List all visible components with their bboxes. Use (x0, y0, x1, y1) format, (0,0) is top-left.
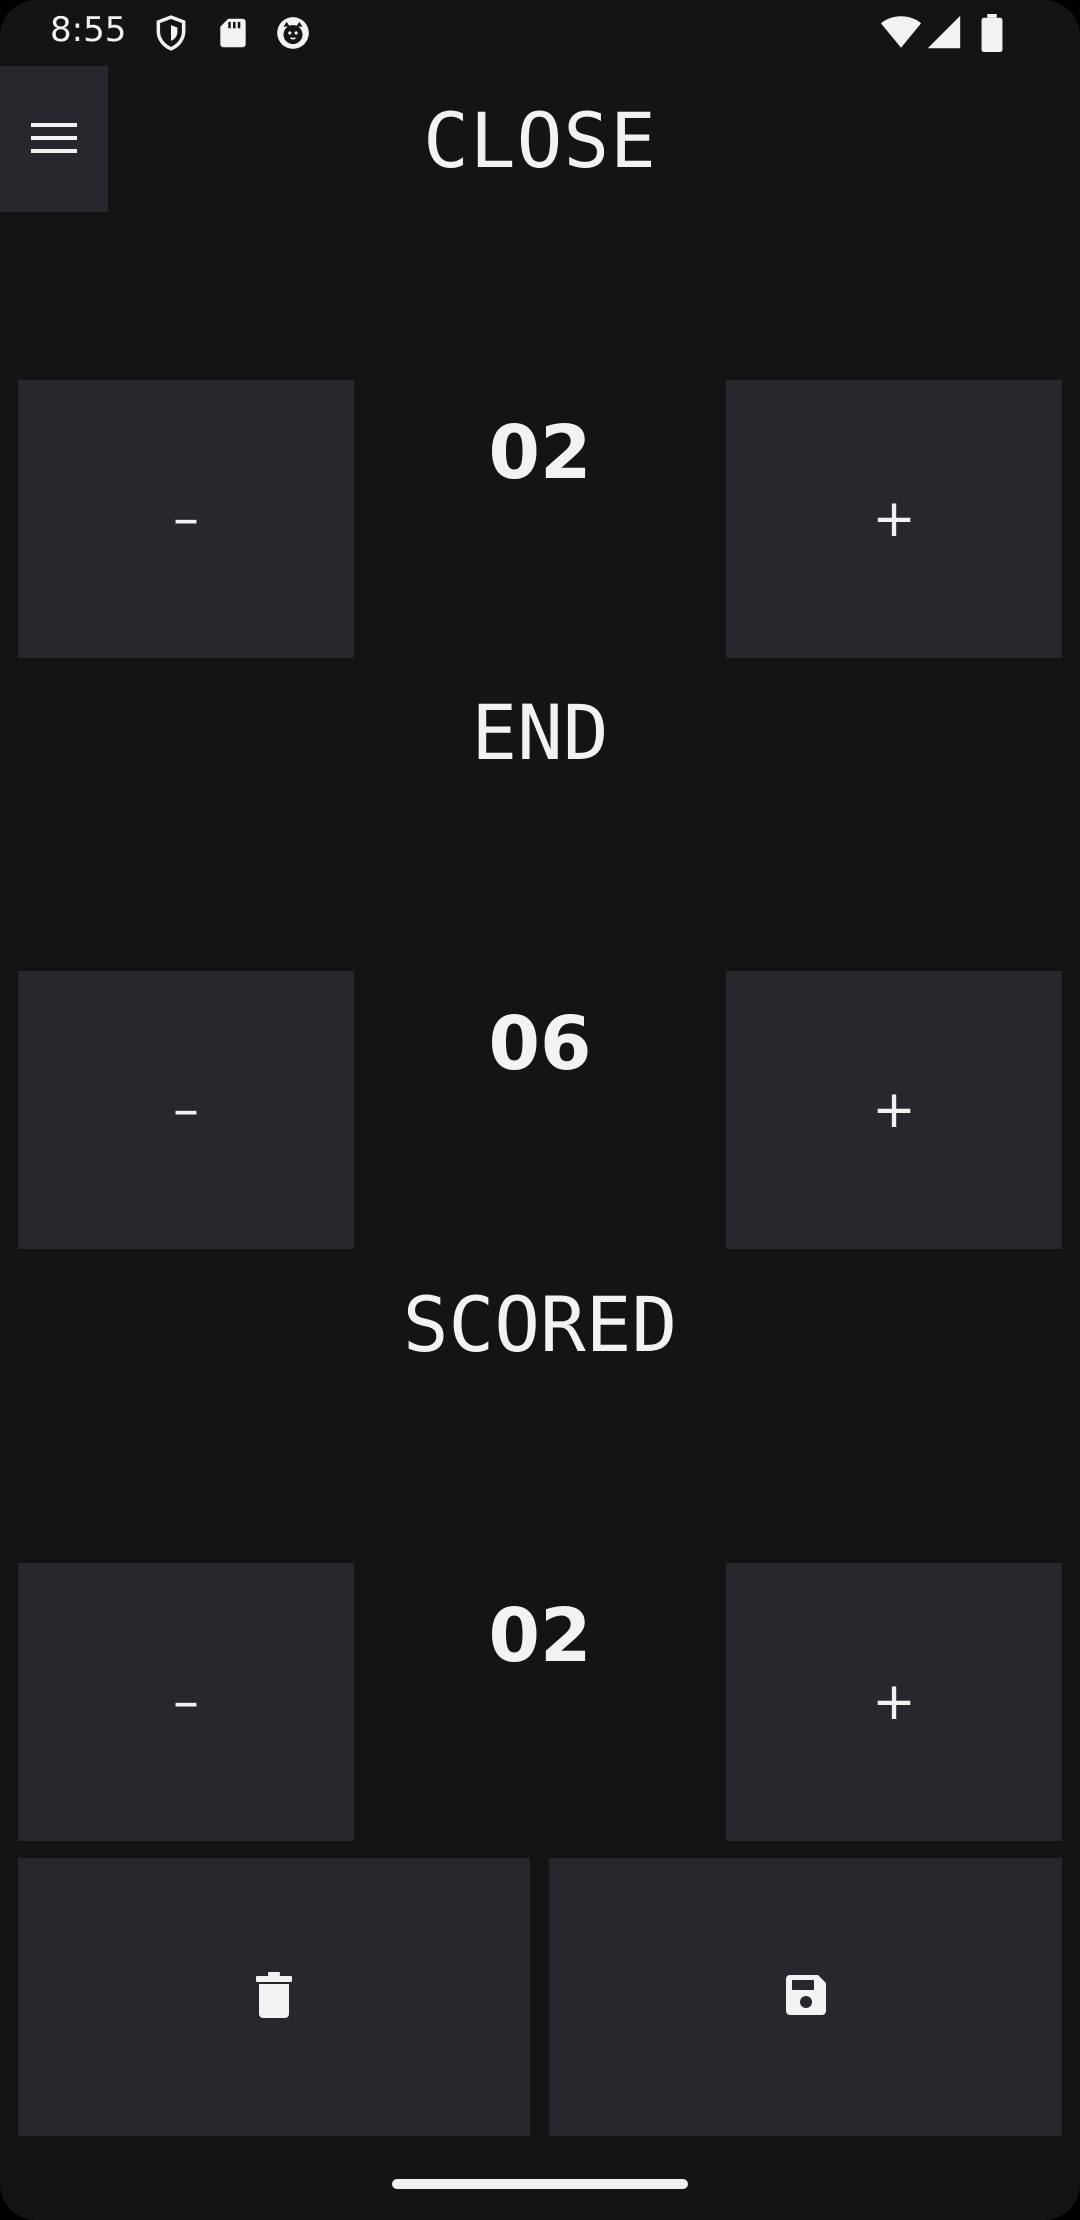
stepper-value: 06 (488, 1001, 592, 1087)
stepper-value: 02 (488, 410, 592, 496)
app-screen: 8:55 CLOSE – 02 + END – 06 + SCORED – 02… (0, 0, 1080, 2220)
sd-card-icon (214, 14, 252, 52)
wifi-icon (880, 14, 922, 54)
label-end: END (471, 688, 609, 777)
stepper-scored: – 02 + (0, 1563, 1080, 1841)
status-time: 8:55 (50, 10, 127, 50)
home-indicator[interactable] (392, 2179, 688, 2189)
decrement-button[interactable]: – (18, 971, 354, 1249)
trash-icon (256, 1972, 292, 2022)
increment-button[interactable]: + (726, 1563, 1062, 1841)
battery-icon (980, 14, 1004, 56)
status-bar: 8:55 (0, 0, 1080, 66)
cat-face-icon (274, 14, 312, 52)
stepper-close: – 02 + (0, 380, 1080, 658)
cell-signal-icon (926, 14, 962, 54)
increment-button[interactable]: + (726, 380, 1062, 658)
decrement-button[interactable]: – (18, 380, 354, 658)
decrement-button[interactable]: – (18, 1563, 354, 1841)
label-scored: SCORED (402, 1280, 678, 1369)
floppy-disk-icon (782, 1971, 830, 2023)
increment-button[interactable]: + (726, 971, 1062, 1249)
save-button[interactable] (549, 1858, 1062, 2136)
page-title: CLOSE (423, 96, 657, 185)
shield-icon (152, 14, 190, 52)
stepper-end: – 06 + (0, 971, 1080, 1249)
stepper-value: 02 (488, 1593, 592, 1679)
delete-button[interactable] (18, 1858, 530, 2136)
